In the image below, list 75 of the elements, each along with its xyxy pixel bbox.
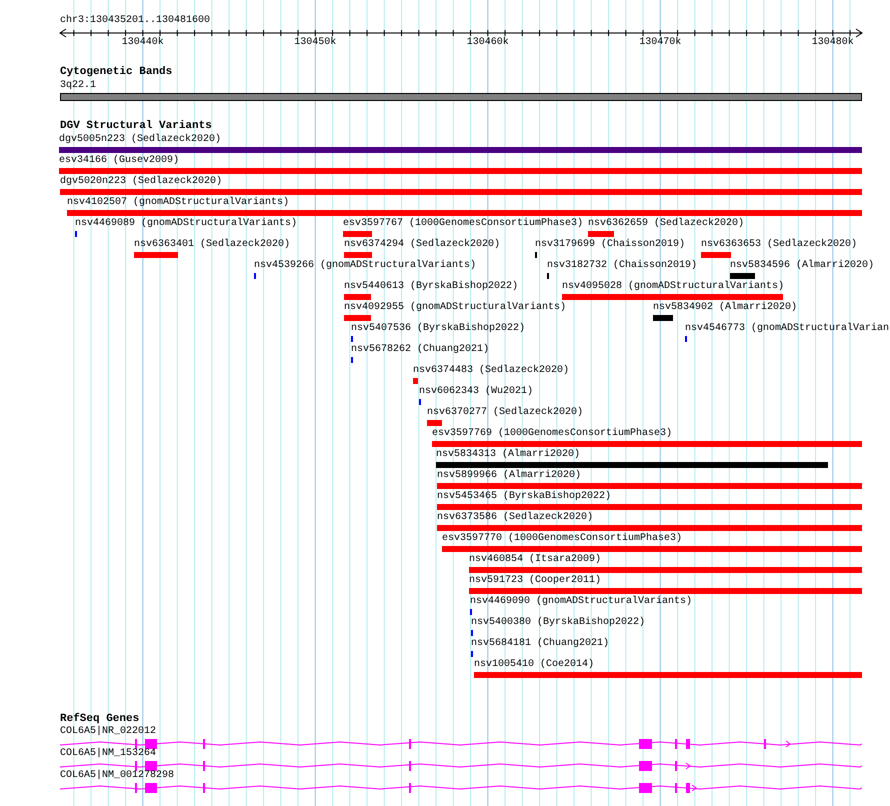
variant-bar[interactable]	[67, 210, 862, 216]
track-title: DGV Structural Variants	[60, 121, 212, 132]
variant-label[interactable]: nsv4095028 (gnomADStructuralVariants)	[562, 281, 784, 292]
variant-label[interactable]: nsv6374294 (Sedlazeck2020)	[344, 239, 500, 250]
variant-label[interactable]: nsv6370277 (Sedlazeck2020)	[427, 407, 584, 418]
variant-bar[interactable]	[427, 420, 442, 426]
variant-bar[interactable]	[562, 294, 783, 300]
track-title: RefSeq Genes	[60, 714, 140, 725]
variant-bar[interactable]	[59, 168, 862, 174]
band-label: 3q22.1	[60, 80, 96, 91]
axis-tick-label: 130450k	[294, 37, 336, 48]
variant-bar[interactable]	[469, 567, 862, 573]
variant-bar[interactable]	[60, 189, 862, 195]
variant-bar[interactable]	[588, 231, 614, 237]
variant-label[interactable]: nsv5440613 (ByrskaBishop2022)	[344, 281, 518, 292]
variant-label[interactable]: nsv5407536 (ByrskaBishop2022)	[351, 323, 526, 334]
variant-label[interactable]: nsv5834902 (Almarri2020)	[653, 302, 798, 313]
variant-label[interactable]: nsv3179699 (Chaisson2019)	[535, 239, 686, 250]
variant-bar[interactable]	[437, 483, 862, 489]
axis-tick-label: 130440k	[122, 37, 164, 48]
transcript-label[interactable]: COL6A5|NM_001278298	[60, 770, 174, 781]
variant-label[interactable]: nsv6363653 (Sedlazeck2020)	[701, 239, 858, 250]
variant-label[interactable]: nsv5834313 (Almarri2020)	[436, 449, 580, 460]
variant-label[interactable]: esv34166 (Gusev2009)	[59, 155, 180, 166]
variant-label[interactable]: esv3597770 (1000GenomesConsortiumPhase3)	[442, 533, 682, 544]
variant-bar[interactable]	[344, 252, 372, 258]
transcript-label[interactable]: COL6A5|NR_022012	[60, 726, 156, 737]
axis-tick-label: 130470k	[639, 37, 682, 48]
variant-label[interactable]: nsv5834596 (Almarri2020)	[730, 260, 874, 271]
variant-label[interactable]: nsv4469089 (gnomADStructuralVariants)	[75, 218, 298, 229]
variant-bar[interactable]	[343, 231, 372, 237]
axis-tick-label: 130480k	[812, 37, 854, 48]
variant-bar[interactable]	[59, 147, 862, 153]
variant-label[interactable]: nsv4102507 (gnomADStructuralVariants)	[67, 197, 290, 208]
locus-label: chr3:130435201..130481600	[60, 15, 210, 26]
variant-bar[interactable]	[344, 315, 371, 321]
variant-label[interactable]: nsv460854 (Itsara2009)	[469, 554, 602, 565]
track-title: Cytogenetic Bands	[60, 67, 172, 78]
variant-bar[interactable]	[413, 378, 418, 384]
variant-label[interactable]: nsv4469090 (gnomADStructuralVariants)	[470, 596, 692, 607]
variant-label[interactable]: nsv6362659 (Sedlazeck2020)	[588, 218, 744, 229]
variant-label[interactable]: esv3597769 (1000GenomesConsortiumPhase3)	[432, 428, 672, 439]
transcript-label[interactable]: COL6A5|NM_153264	[60, 748, 156, 759]
variant-label[interactable]: dgv5020n223 (Sedlazeck2020)	[60, 176, 222, 187]
variant-label[interactable]: nsv4092955 (gnomADStructuralVariants)	[344, 302, 566, 313]
variant-label[interactable]: nsv591723 (Cooper2011)	[469, 575, 602, 586]
variant-bar[interactable]	[344, 294, 371, 300]
variant-label[interactable]: nsv4539266 (gnomADStructuralVariants)	[254, 260, 476, 271]
variant-label[interactable]: nsv6373586 (Sedlazeck2020)	[437, 512, 594, 523]
variant-bar[interactable]	[469, 588, 862, 594]
variant-label[interactable]: nsv3182732 (Chaisson2019)	[547, 260, 698, 271]
variant-label[interactable]: nsv6363401 (Sedlazeck2020)	[134, 239, 290, 250]
variant-label[interactable]: nsv5453465 (ByrskaBishop2022)	[437, 491, 612, 502]
variant-bar[interactable]	[437, 504, 862, 510]
variant-label[interactable]: nsv5899966 (Almarri2020)	[437, 470, 582, 481]
variant-bar[interactable]	[432, 441, 862, 447]
variant-bar[interactable]	[474, 672, 862, 678]
variant-bar[interactable]	[437, 525, 862, 531]
variant-label[interactable]: nsv5400380 (ByrskaBishop2022)	[471, 617, 646, 628]
variant-label[interactable]: nsv4546773 (gnomADStructuralVarian	[685, 323, 890, 334]
variant-label[interactable]: dgv5005n223 (Sedlazeck2020)	[59, 134, 222, 145]
variant-bar[interactable]	[653, 315, 673, 321]
variant-bar[interactable]	[442, 546, 862, 552]
gene-model-drawing[interactable]	[60, 782, 862, 794]
variant-label[interactable]: nsv5684181 (Chuang2021)	[471, 638, 610, 649]
variant-bar[interactable]	[436, 462, 828, 468]
variant-label[interactable]: nsv6374483 (Sedlazeck2020)	[413, 365, 570, 376]
variant-bar[interactable]	[701, 252, 731, 258]
variant-label[interactable]: nsv5678262 (Chuang2021)	[351, 344, 490, 355]
variant-bar[interactable]	[730, 273, 755, 279]
variant-label[interactable]: esv3597767 (1000GenomesConsortiumPhase3)	[343, 218, 584, 229]
variant-label[interactable]: nsv1005410 (Coe2014)	[474, 659, 594, 670]
axis-tick-label: 130460k	[466, 37, 509, 48]
variant-bar[interactable]	[134, 252, 178, 258]
variant-label[interactable]: nsv6062343 (Wu2021)	[419, 386, 534, 397]
